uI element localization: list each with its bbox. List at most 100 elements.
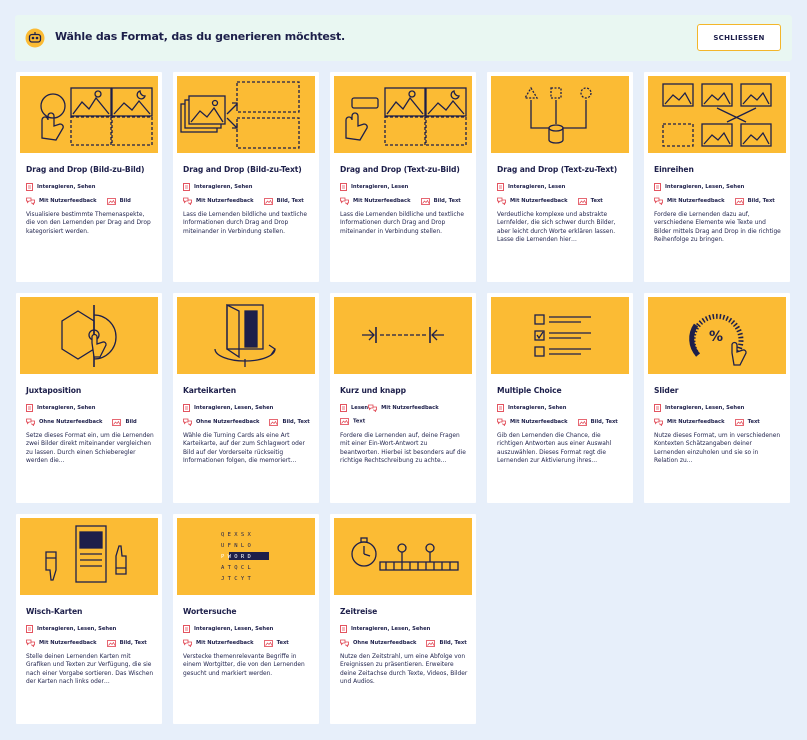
drag-drop-image-to-image-illustration [20,76,158,153]
format-card-karteikarten[interactable]: Karteikarten Interagieren, Lesen, Sehen … [173,293,319,503]
feedback-icon [183,418,192,426]
card-skills: Interagieren, Lesen [497,183,565,191]
feedback-label: Mit Nutzerfeedback [510,198,568,204]
media-icon [734,418,744,426]
document-icon [26,625,33,633]
card-description: Nutze dieses Format, um in verschiedenen… [654,433,781,464]
media-icon [106,197,116,205]
card-description: Nutze den Zeitstrahl, um eine Abfolge vo… [340,654,468,685]
skills-label: Interagieren, Lesen, Sehen [37,626,117,632]
media-icon [106,639,116,647]
skills-label: Interagieren, Lesen, Sehen [194,405,274,411]
feedback-label: Ohne Nutzerfeedback [196,419,260,425]
document-icon [654,183,661,191]
card-title: Wisch-Karten [26,607,83,616]
media-label: Bild, Text [282,419,310,425]
feedback-label: Mit Nutzerfeedback [667,198,725,204]
card-description: Gib den Lernenden die Chance, die richti… [497,433,612,464]
card-description: Setze dieses Format ein, um die Lernende… [26,433,154,464]
format-card-drag-and-drop-text-zu-bild[interactable]: Drag and Drop (Text-zu-Bild) Interagiere… [330,72,476,282]
card-skills: Interagieren, Lesen, Sehen [654,183,744,191]
feedback-icon [497,197,506,205]
feedback-label: Mit Nutzerfeedback [381,405,439,411]
document-icon [654,404,661,412]
feedback-icon [26,197,35,205]
format-card-juxtaposition[interactable]: Juxtaposition Interagieren, Sehen Ohne N… [16,293,162,503]
skills-label: Interagieren, Lesen, Sehen [665,184,745,190]
card-skills: Interagieren, Lesen, Sehen [26,625,116,633]
card-feedback-media: Mit Nutzerfeedback Bild, Text [497,418,618,426]
drag-drop-text-to-text-illustration [491,76,629,153]
card-feedback-media: Mit Nutzerfeedback Bild, Text [654,197,775,205]
card-skills: Interagieren, Lesen, Sehen [340,625,430,633]
card-title: Slider [654,386,679,395]
card-title: Wortersuche [183,607,237,616]
format-card-zeitreise[interactable]: Zeitreise Interagieren, Lesen, Sehen Ohn… [330,514,476,724]
media-icon [340,418,349,425]
card-skills: Interagieren, Lesen [340,183,408,191]
document-icon [497,404,504,412]
card-skills: Interagieren, Sehen [497,404,566,412]
svg-text:%: % [709,329,723,345]
card-title: Multiple Choice [497,386,562,395]
media-label: Bild, Text [439,640,467,646]
document-icon [340,183,347,191]
card-title: Drag and Drop (Bild-zu-Bild) [26,165,145,174]
feedback-icon [497,418,506,426]
media-icon [577,197,587,205]
skills-label: Interagieren, Sehen [508,405,567,411]
card-feedback-media: Ohne Nutzerfeedback Bild [26,418,137,426]
media-label: Bild, Text [276,198,304,204]
card-description: Fordere die Lernenden dazu auf, verschie… [654,212,781,243]
format-card-einreihen[interactable]: Einreihen Interagieren, Lesen, Sehen Mit… [644,72,790,282]
word-search-illustration: Q E X S X U F N L O P W O R D A T Q C L … [177,518,315,595]
document-icon [183,404,190,412]
card-feedback-media: Mit Nutzerfeedback Bild [26,197,131,205]
media-icon [426,639,436,647]
skills-label: Lesen [351,405,369,411]
skills-label: Interagieren, Sehen [194,184,253,190]
skills-label: Interagieren, Lesen, Sehen [194,626,274,632]
format-card-kurz-und-knapp[interactable]: Kurz und knapp Lesen Mit Nutzerfeedback T… [330,293,476,503]
feedback-icon [368,404,378,412]
card-description: Stelle deinen Lernenden Karten mit Grafi… [26,654,154,685]
media-label: Text [276,640,289,646]
format-card-drag-and-drop-text-zu-text[interactable]: Drag and Drop (Text-zu-Text) Interagiere… [487,72,633,282]
drag-drop-text-to-image-illustration [334,76,472,153]
card-title: Drag and Drop (Text-zu-Text) [497,165,618,174]
format-card-drag-and-drop-bild-zu-text[interactable]: Drag and Drop (Bild-zu-Text) Interagiere… [173,72,319,282]
card-description: Lass die Lernenden bildliche und textlic… [340,212,465,235]
close-button[interactable]: SCHLIESSEN [697,24,781,51]
drag-drop-image-to-text-illustration [177,76,315,153]
format-card-multiple-choice[interactable]: Multiple Choice Interagieren, Sehen Mit … [487,293,633,503]
card-skills: Interagieren, Lesen, Sehen [183,404,273,412]
media-label: Bild [119,198,131,204]
document-icon [340,625,347,633]
card-feedback-media: Mit Nutzerfeedback Bild, Text [183,197,304,205]
feedback-label: Mit Nutzerfeedback [39,198,97,204]
skills-label: Interagieren, Lesen [508,184,566,190]
media-label: Bild, Text [433,198,461,204]
format-card-slider[interactable]: % Slider Interagieren, Lesen, Sehen Mit … [644,293,790,503]
juxtaposition-illustration [20,297,158,374]
media-label: Bild [125,419,137,425]
media-icon [263,639,273,647]
header-bar: Wähle das Format, das du generieren möch… [15,15,792,61]
format-card-wortersuche[interactable]: Q E X S X U F N L O P W O R D A T Q C L … [173,514,319,724]
skills-label: Interagieren, Sehen [37,184,96,190]
word-grid-row: A T Q C L [221,565,251,571]
card-title: Karteikarten [183,386,237,395]
short-answer-illustration [334,297,472,374]
card-description: Lass die Lernenden bildliche und textlic… [183,212,308,235]
card-title: Drag and Drop (Text-zu-Bild) [340,165,460,174]
format-card-drag-and-drop-bild-zu-bild[interactable]: Drag and Drop (Bild-zu-Bild) Interagiere… [16,72,162,282]
feedback-label: Mit Nutzerfeedback [510,419,568,425]
feedback-icon [183,639,192,647]
format-card-wisch-karten[interactable]: Wisch-Karten Interagieren, Lesen, Sehen … [16,514,162,724]
feedback-label: Ohne Nutzerfeedback [353,640,417,646]
skills-label: Interagieren, Lesen, Sehen [351,626,431,632]
media-icon [112,418,122,426]
card-description: Verdeutliche komplexe und abstrakte Lern… [497,212,616,243]
skills-label: Interagieren, Lesen [351,184,409,190]
media-label: Bild, Text [119,640,147,646]
